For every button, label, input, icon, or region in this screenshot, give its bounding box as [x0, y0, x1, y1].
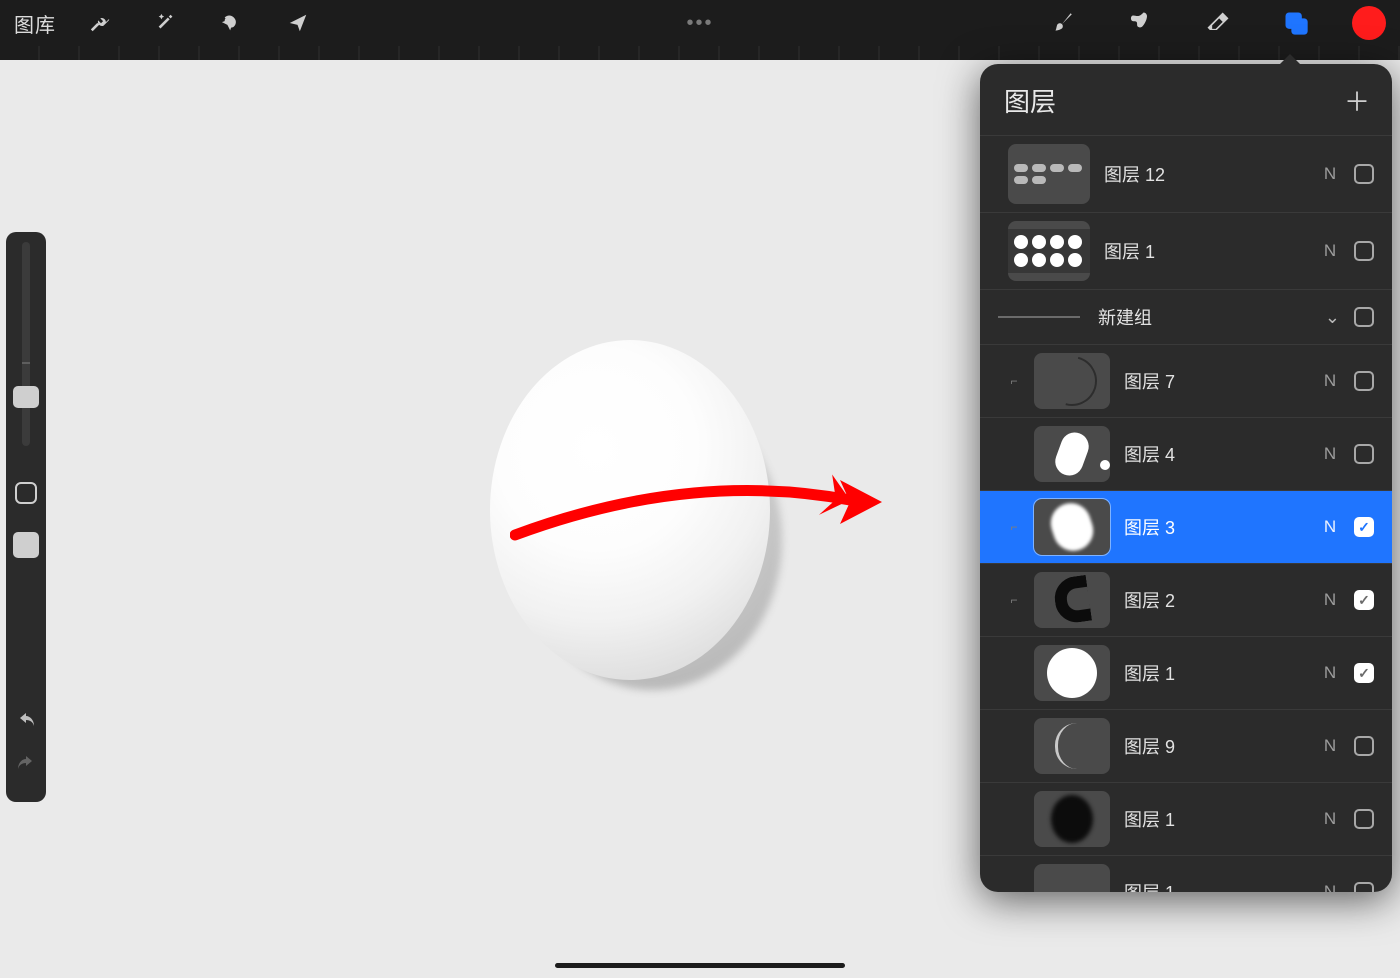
visibility-checkbox[interactable] [1354, 307, 1374, 327]
chevron-down-icon[interactable]: ⌄ [1325, 307, 1340, 328]
visibility-checkbox[interactable] [1354, 444, 1374, 464]
layer-row[interactable]: ⌐ 图层 7 N [980, 344, 1392, 417]
eraser-icon[interactable] [1196, 1, 1240, 45]
layer-row[interactable]: 图层 9 N [980, 709, 1392, 782]
blend-mode-indicator[interactable]: N [1320, 164, 1340, 184]
layer-row[interactable]: 图层 1 N [980, 782, 1392, 855]
layer-thumbnail[interactable] [1034, 791, 1110, 847]
home-indicator [555, 963, 845, 968]
layer-thumbnail[interactable] [1034, 718, 1110, 774]
layer-row[interactable]: 图层 12 N [980, 135, 1392, 212]
visibility-checkbox[interactable] [1354, 241, 1374, 261]
layer-thumbnail[interactable] [1034, 353, 1110, 409]
panel-pointer [1278, 54, 1302, 66]
visibility-checkbox[interactable] [1354, 590, 1374, 610]
blend-mode-indicator[interactable]: N [1320, 241, 1340, 261]
gallery-button[interactable]: 图库 [14, 9, 56, 38]
layer-thumbnail[interactable] [1034, 426, 1110, 482]
drag-handle-icon[interactable]: ••• [686, 12, 713, 35]
blend-mode-indicator[interactable]: N [1320, 882, 1340, 892]
layer-thumbnail[interactable] [1034, 645, 1110, 701]
visibility-checkbox[interactable] [1354, 882, 1374, 892]
layer-name: 图层 4 [1124, 441, 1306, 467]
clip-indicator-icon: ⌐ [1008, 593, 1020, 607]
layers-panel: 图层 ＋ 图层 12 N 图层 1 N 新建组 ⌄ ⌐ 图层 7 N 图层 4 N ⌐ 图层 3 N ⌐ 图层… [980, 64, 1392, 892]
selection-icon[interactable] [210, 1, 254, 45]
blend-mode-indicator[interactable]: N [1320, 444, 1340, 464]
top-toolbar: 图库 ••• [0, 0, 1400, 46]
visibility-checkbox[interactable] [1354, 736, 1374, 756]
blend-mode-indicator[interactable]: N [1320, 371, 1340, 391]
clip-indicator-icon: ⌐ [1008, 520, 1020, 534]
visibility-checkbox[interactable] [1354, 371, 1374, 391]
ruler [0, 46, 1400, 60]
add-layer-button[interactable]: ＋ [1344, 82, 1370, 119]
blend-mode-indicator[interactable]: N [1320, 663, 1340, 683]
layer-name: 图层 3 [1124, 514, 1306, 540]
layer-thumbnail[interactable] [1034, 572, 1110, 628]
layer-group-row[interactable]: 新建组 ⌄ [980, 289, 1392, 344]
layer-row[interactable]: 图层 1 N [980, 636, 1392, 709]
layer-name: 图层 1 [1124, 806, 1306, 832]
blend-mode-indicator[interactable]: N [1320, 517, 1340, 537]
layer-name: 图层 1 [1124, 879, 1306, 892]
panel-title: 图层 [1004, 82, 1056, 119]
layer-row[interactable]: ⌐ 图层 2 N [980, 563, 1392, 636]
layer-row[interactable]: 图层 1 N [980, 212, 1392, 289]
opacity-slider[interactable] [13, 532, 39, 712]
blend-mode-indicator[interactable]: N [1320, 809, 1340, 829]
layer-name: 图层 1 [1124, 660, 1306, 686]
left-sidebar [6, 232, 46, 802]
layer-name: 图层 2 [1124, 587, 1306, 613]
color-swatch[interactable] [1352, 6, 1386, 40]
clip-indicator-icon: ⌐ [1008, 374, 1020, 388]
visibility-checkbox[interactable] [1354, 164, 1374, 184]
blend-mode-indicator[interactable]: N [1320, 736, 1340, 756]
layer-name: 图层 1 [1104, 238, 1306, 264]
layer-row[interactable]: 图层 4 N [980, 417, 1392, 490]
canvas-artwork [490, 340, 790, 685]
layer-thumbnail[interactable] [1008, 144, 1090, 204]
layer-name: 图层 9 [1124, 733, 1306, 759]
layer-row[interactable]: ⌐ 图层 3 N [980, 490, 1392, 563]
layers-icon[interactable] [1274, 1, 1318, 45]
modify-button[interactable] [15, 482, 37, 504]
brush-size-slider[interactable] [22, 242, 30, 446]
move-icon[interactable] [276, 1, 320, 45]
wrench-icon[interactable] [78, 1, 122, 45]
wand-icon[interactable] [144, 1, 188, 45]
layer-thumbnail[interactable] [1034, 499, 1110, 555]
layer-row[interactable]: 图层 1 N [980, 855, 1392, 892]
layer-name: 图层 7 [1124, 368, 1306, 394]
visibility-checkbox[interactable] [1354, 517, 1374, 537]
group-name: 新建组 [1098, 304, 1311, 330]
visibility-checkbox[interactable] [1354, 663, 1374, 683]
layer-thumbnail[interactable] [1008, 221, 1090, 281]
blend-mode-indicator[interactable]: N [1320, 590, 1340, 610]
undo-icon[interactable] [14, 712, 38, 737]
visibility-checkbox[interactable] [1354, 809, 1374, 829]
layer-name: 图层 12 [1104, 161, 1306, 187]
redo-icon[interactable] [14, 755, 38, 780]
layer-thumbnail[interactable] [1034, 864, 1110, 892]
brush-icon[interactable] [1040, 1, 1084, 45]
group-line [998, 316, 1080, 318]
smudge-icon[interactable] [1118, 1, 1162, 45]
